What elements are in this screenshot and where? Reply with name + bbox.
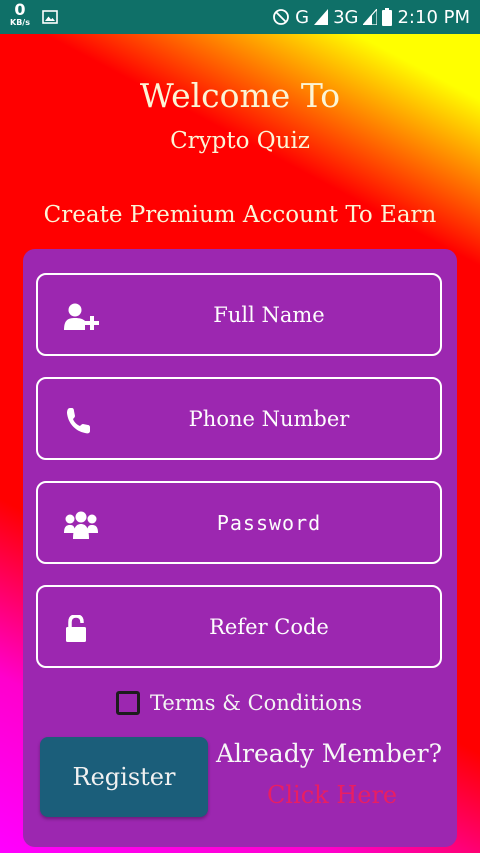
password-field[interactable]: Password	[36, 481, 442, 564]
registration-card: Full Name Phone Number Password Refer Co…	[23, 249, 457, 847]
already-member-text: Already Member?	[216, 739, 443, 768]
welcome-heading: Welcome To	[139, 76, 341, 115]
signal-icon-secondary	[363, 9, 378, 25]
app-name: Crypto Quiz	[170, 128, 310, 154]
register-button[interactable]: Register	[40, 737, 208, 817]
page-subtitle: Create Premium Account To Earn	[43, 202, 437, 228]
refer-code-label: Refer Code	[209, 614, 329, 639]
terms-checkbox[interactable]	[116, 691, 140, 715]
battery-icon	[382, 8, 393, 26]
image-notification-icon	[42, 9, 58, 28]
network-3g-label: 3G	[333, 6, 359, 28]
status-bar: 0 KB/s G 3G 2:10 PM	[0, 0, 480, 34]
network-speed-unit: KB/s	[10, 18, 30, 27]
refer-code-field[interactable]: Refer Code	[36, 585, 442, 668]
signal-icon	[314, 9, 329, 25]
full-name-field[interactable]: Full Name	[36, 273, 442, 356]
terms-row: Terms & Conditions	[116, 691, 362, 715]
status-bar-left: 0 KB/s	[10, 2, 58, 28]
phone-number-field[interactable]: Phone Number	[36, 377, 442, 460]
network-g-label: G	[295, 6, 310, 28]
network-speed-value: 0	[14, 0, 26, 19]
network-speed: 0 KB/s	[10, 2, 30, 27]
phone-number-label: Phone Number	[188, 406, 350, 431]
clock: 2:10 PM	[397, 6, 470, 28]
password-label: Password	[216, 510, 322, 535]
status-bar-right: G 3G 2:10 PM	[272, 0, 470, 34]
full-name-label: Full Name	[213, 302, 325, 327]
click-here-link[interactable]: Click Here	[267, 781, 397, 809]
do-not-disturb-icon	[272, 8, 290, 26]
terms-label[interactable]: Terms & Conditions	[150, 691, 362, 715]
